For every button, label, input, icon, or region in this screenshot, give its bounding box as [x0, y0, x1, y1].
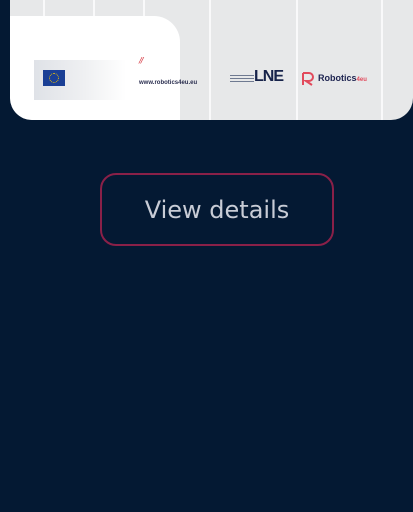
robotics-logo-text: Robotics4eu [318, 73, 367, 83]
website-url: www.robotics4eu.eu [139, 80, 198, 86]
eu-flag-icon [43, 70, 65, 86]
lne-lines-icon [230, 75, 254, 84]
grid-line [296, 0, 298, 120]
robotics-brand-name: Robotics [318, 73, 357, 83]
robotics-brand-suffix: 4eu [356, 77, 367, 83]
lne-logo: LNE [254, 68, 284, 85]
card-image: // www.robotics4eu.eu LNE Robotics4eu [10, 0, 413, 120]
grid-line [381, 0, 383, 120]
grid-line [209, 0, 211, 120]
slash-mark: // [139, 56, 144, 65]
robotics-r-icon [302, 72, 314, 86]
view-details-button[interactable]: View details [100, 173, 334, 246]
